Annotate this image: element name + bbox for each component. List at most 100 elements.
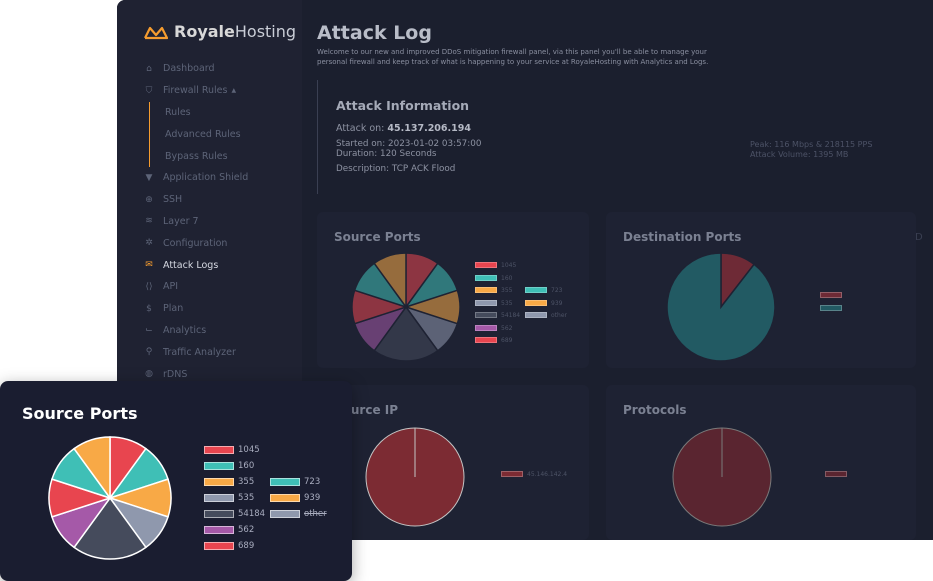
legend-swatch[interactable] — [204, 494, 234, 502]
legend-swatch[interactable] — [475, 262, 497, 268]
legend-label[interactable]: 1045 — [501, 262, 516, 269]
attack-ip: 45.137.206.194 — [387, 123, 471, 134]
sidebar-item-layer-7[interactable]: ≋ Layer 7 — [144, 211, 294, 233]
legend-label[interactable]: 535 — [501, 300, 512, 307]
sidebar-item-label: SSH — [163, 194, 183, 206]
attack-volume: Attack Volume: 1395 MB — [750, 150, 849, 159]
sidebar-item-plan[interactable]: $ Plan — [144, 298, 294, 320]
legend-swatch[interactable] — [204, 510, 234, 518]
sidebar-item-traffic-analyzer[interactable]: ⚲ Traffic Analyzer — [144, 341, 294, 363]
sidebar-item-application-shield[interactable]: ▼ Application Shield — [144, 167, 294, 189]
legend-swatch[interactable] — [525, 287, 547, 293]
protocols-card: Protocols — [606, 385, 916, 540]
legend-label[interactable]: 535 — [238, 493, 254, 503]
source-ports-pie — [351, 252, 461, 362]
sidebar-item-analytics[interactable]: ⌙ Analytics — [144, 320, 294, 342]
legend-label[interactable]: 355 — [501, 287, 512, 294]
sidebar-item-dashboard[interactable]: ⌂ Dashboard — [144, 58, 294, 80]
sidebar-item-label: Bypass Rules — [165, 150, 228, 162]
card-title: Protocols — [623, 403, 687, 417]
legend-label[interactable]: 160 — [238, 461, 254, 471]
legend-swatch — [825, 471, 847, 477]
legend-label[interactable]: other — [551, 312, 567, 319]
destination-ports-card: Destination Ports — [606, 212, 916, 368]
legend-label[interactable]: 54184 — [238, 509, 265, 519]
globe-icon: ◍ — [145, 369, 153, 380]
legend-swatch[interactable] — [475, 324, 497, 331]
legend-label[interactable]: 939 — [551, 300, 562, 307]
legend-label[interactable]: 54184 — [501, 312, 520, 319]
legend-swatch[interactable] — [525, 312, 547, 318]
card-title: Destination Ports — [623, 230, 742, 244]
legend-swatch[interactable] — [475, 274, 497, 281]
sidebar-item-label: Analytics — [163, 324, 207, 336]
legend-label[interactable]: 160 — [501, 275, 512, 282]
source-ports-card: Source Ports 1045 160 355 535 54184 562 689 723… — [317, 212, 589, 368]
chart-icon: ⌙ — [145, 325, 153, 336]
sidebar-item-configuration[interactable]: ✲ Configuration — [144, 232, 294, 254]
legend-swatch[interactable] — [204, 478, 234, 486]
sidebar-item-label: Attack Logs — [163, 259, 219, 271]
source-ports-popup-pie — [48, 436, 172, 560]
dollar-icon: $ — [146, 303, 152, 314]
legend-label[interactable]: 562 — [501, 325, 512, 332]
legend-label[interactable]: 689 — [501, 337, 512, 344]
legend-swatch[interactable] — [204, 526, 234, 534]
crosshair-icon: ⊕ — [145, 194, 153, 205]
brand-name-bold: Royale — [174, 22, 235, 41]
source-ports-popup: Source Ports 1045 160 355 535 54184 562 689 723… — [0, 381, 352, 581]
sidebar-item-label: Layer 7 — [163, 215, 199, 227]
legend-swatch[interactable] — [270, 494, 300, 502]
attack-stats: Peak: 116 Mbps & 218115 PPS Attack Volum… — [750, 140, 872, 160]
log-icon: ✉ — [145, 260, 153, 271]
sidebar-item-label: Plan — [163, 303, 184, 315]
legend-swatch[interactable] — [204, 542, 234, 550]
legend-swatch[interactable] — [204, 446, 234, 454]
source-ip-card: Source IP 45.146.142.4 — [317, 385, 589, 540]
sidebar-subitem-bypass-rules[interactable]: Bypass Rules — [165, 145, 294, 167]
legend-label[interactable]: 355 — [238, 477, 254, 487]
destination-ports-pie — [666, 252, 776, 362]
pie-slice-1[interactable] — [666, 252, 776, 362]
legend-swatch — [820, 292, 842, 298]
attack-information-heading: Attack Information — [336, 98, 470, 113]
sidebar-subitem-rules[interactable]: Rules — [165, 102, 294, 124]
legend-swatch — [501, 471, 523, 477]
brand-logo[interactable]: Royale Hosting — [144, 22, 296, 41]
legend-swatch[interactable] — [475, 299, 497, 306]
legend-label[interactable]: 1045 — [238, 445, 260, 455]
sidebar-item-label: API — [163, 281, 179, 293]
caret-up-icon: ▲ — [231, 87, 237, 95]
legend-label[interactable]: 723 — [304, 477, 320, 487]
sidebar-item-attack-logs[interactable]: ✉ Attack Logs — [144, 254, 294, 276]
attack-target: Attack on: 45.137.206.194 — [336, 123, 933, 134]
shield-icon: ⛉ — [145, 85, 153, 96]
legend-label[interactable]: 562 — [238, 525, 254, 535]
legend-swatch[interactable] — [525, 299, 547, 306]
attack-on-label: Attack on: — [336, 123, 385, 134]
legend-swatch[interactable] — [270, 510, 300, 518]
sidebar-item-firewall-rules[interactable]: ⛉ Firewall Rules ▲ — [144, 80, 294, 102]
sidebar-item-label: Rules — [165, 106, 191, 118]
legend-label[interactable]: 689 — [238, 541, 254, 551]
legend-label[interactable]: 723 — [551, 287, 562, 294]
legend-swatch[interactable] — [475, 312, 497, 318]
legend-swatch[interactable] — [270, 478, 300, 486]
sidebar-subitem-advanced-rules[interactable]: Advanced Rules — [165, 123, 294, 145]
protocols-pie — [672, 427, 772, 527]
sidebar-item-label: Application Shield — [163, 172, 249, 184]
sidebar-item-api[interactable]: ⟨⟩ API — [144, 276, 294, 298]
sidebar-item-ssh[interactable]: ⊕ SSH — [144, 189, 294, 211]
sidebar-item-label: Advanced Rules — [165, 128, 241, 140]
source-ip-pie — [365, 427, 465, 527]
firewall-submenu: Rules Advanced Rules Bypass Rules — [149, 101, 294, 167]
sidebar-item-label: rDNS — [163, 368, 188, 380]
sidebar-item-label: Dashboard — [163, 63, 215, 75]
legend-swatch[interactable] — [475, 287, 497, 293]
page-subtitle: Welcome to our new and improved DDoS mit… — [317, 48, 709, 66]
sidebar-item-label: Firewall Rules — [163, 85, 228, 97]
legend-swatch[interactable] — [204, 462, 234, 470]
legend-label[interactable]: other — [304, 509, 327, 519]
legend-label[interactable]: 939 — [304, 493, 320, 503]
legend-swatch[interactable] — [475, 337, 497, 343]
